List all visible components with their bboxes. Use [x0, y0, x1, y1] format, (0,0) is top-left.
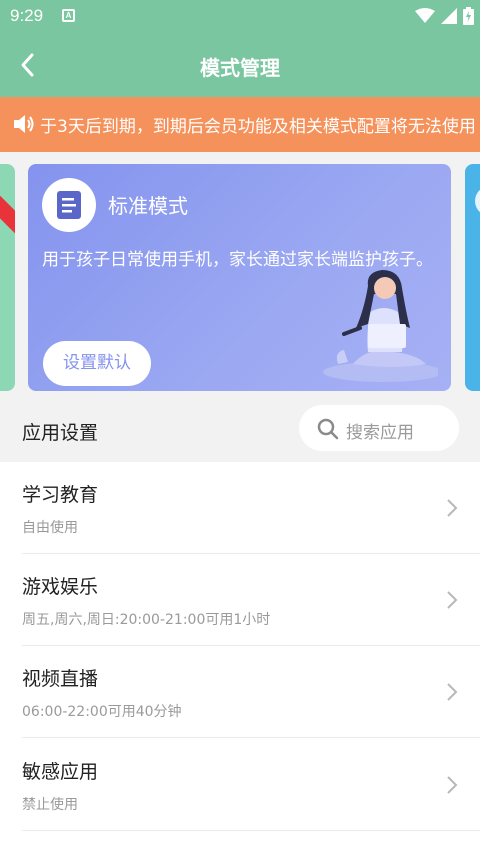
category-rule: 禁止使用 — [22, 797, 78, 813]
prev-mode-card[interactable] — [0, 164, 15, 391]
search-icon — [317, 418, 339, 440]
next-mode-icon — [475, 186, 480, 216]
category-row-video[interactable]: 视频直播 06:00-22:00可用40分钟 — [0, 646, 480, 738]
mode-title: 标准模式 — [108, 194, 188, 218]
section-title: 应用设置 — [22, 422, 99, 444]
divider — [22, 830, 480, 831]
corner-ribbon — [0, 195, 15, 249]
notice-text: 于3天后到期，到期后会员功能及相关模式配置将无法使用 — [40, 117, 476, 137]
status-bar: 9:29 A — [0, 0, 480, 32]
next-mode-card[interactable] — [465, 164, 480, 391]
mode-carousel[interactable]: 标准模式 用于孩子日常使用手机，家长通过家长端监护孩子。 设置默认 — [0, 152, 480, 402]
status-time: 9:29 — [10, 6, 44, 25]
divider — [22, 737, 480, 738]
category-rule: 06:00-22:00可用40分钟 — [22, 704, 182, 720]
chevron-right-icon — [447, 499, 458, 517]
battery-icon — [463, 7, 474, 25]
app-bar: 模式管理 — [0, 32, 480, 97]
category-rule: 自由使用 — [22, 520, 78, 536]
category-row-sensitive[interactable]: 敏感应用 禁止使用 — [0, 739, 480, 831]
expiry-notice: 于3天后到期，到期后会员功能及相关模式配置将无法使用 — [0, 97, 480, 152]
app-category-list: 学习教育 自由使用 游戏娱乐 周五,周六,周日:20:00-21:00可用1小时… — [0, 462, 480, 853]
category-name: 视频直播 — [22, 668, 99, 690]
status-icons — [415, 7, 474, 25]
mode-card-standard[interactable]: 标准模式 用于孩子日常使用手机，家长通过家长端监护孩子。 设置默认 — [28, 164, 451, 391]
search-app-input[interactable]: 搜索应用 — [299, 405, 459, 451]
speaker-icon — [14, 115, 34, 133]
document-icon — [57, 191, 81, 219]
search-placeholder: 搜索应用 — [346, 423, 414, 443]
app-settings-header: 应用设置 搜索应用 — [0, 402, 480, 462]
category-name: 敏感应用 — [22, 761, 99, 783]
wifi-icon — [415, 8, 435, 23]
chevron-right-icon — [447, 683, 458, 701]
chevron-right-icon — [447, 776, 458, 794]
set-default-button[interactable]: 设置默认 — [43, 341, 151, 386]
girl-laptop-illustration — [323, 270, 438, 382]
page-title: 模式管理 — [200, 56, 280, 80]
category-row-games[interactable]: 游戏娱乐 周五,周六,周日:20:00-21:00可用1小时 — [0, 554, 480, 646]
signal-icon — [441, 8, 457, 24]
chevron-right-icon — [447, 591, 458, 609]
mode-icon — [42, 178, 96, 232]
category-name: 学习教育 — [22, 484, 99, 506]
category-rule: 周五,周六,周日:20:00-21:00可用1小时 — [22, 612, 271, 628]
category-row-education[interactable]: 学习教育 自由使用 — [0, 462, 480, 554]
category-name: 游戏娱乐 — [22, 576, 99, 598]
notification-icon: A — [62, 9, 75, 22]
